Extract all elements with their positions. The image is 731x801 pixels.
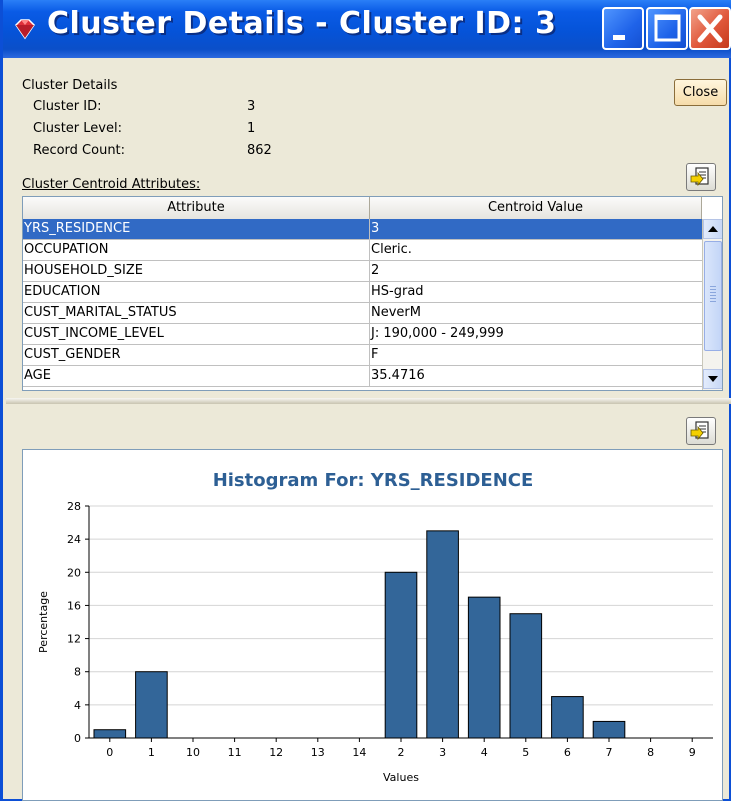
value-cell: 2 [371, 263, 380, 278]
table-row[interactable]: CUST_MARITAL_STATUS NeverM [23, 303, 702, 324]
close-icon [697, 14, 723, 43]
x-tick-label: 1 [148, 746, 155, 759]
column-header-attribute[interactable]: Attribute [23, 197, 370, 219]
attribute-cell: EDUCATION [23, 282, 370, 302]
centroid-attributes-label: Cluster Centroid Attributes: [22, 177, 200, 192]
histogram-bar [509, 613, 543, 739]
table-row[interactable]: AGE 35.4716 [23, 366, 702, 387]
export-chart-button[interactable] [686, 417, 716, 445]
value-cell: J: 190,000 - 249,999 [371, 326, 504, 341]
value-cell: F [371, 347, 379, 362]
x-tick-label: 14 [352, 746, 366, 759]
x-tick-label: 11 [228, 746, 242, 759]
x-tick-label: 5 [522, 746, 529, 759]
column-header-centroid-value[interactable]: Centroid Value [370, 197, 702, 219]
x-axis-label: Values [383, 771, 419, 784]
y-tick-label: 28 [67, 500, 81, 513]
table-row[interactable]: EDUCATION HS-grad [23, 282, 702, 303]
title-bar[interactable]: Cluster Details - Cluster ID: 3 [3, 0, 731, 58]
x-tick-label: 0 [106, 746, 113, 759]
window-close-button[interactable] [689, 7, 731, 50]
histogram-chart: 0 4 8 12 16 20 24 28 0 1 10 11 12 13 14 2 3 4 5 6 7 8 9 Values P… [37, 500, 713, 784]
x-tick-label: 8 [647, 746, 654, 759]
minimize-button[interactable] [602, 7, 644, 50]
histogram-bar [93, 729, 127, 739]
scroll-thumb[interactable] [704, 241, 722, 351]
cluster-level-label: Cluster Level: [33, 121, 122, 136]
export-icon [690, 167, 709, 187]
close-button[interactable]: Close [674, 79, 727, 106]
cluster-id-label: Cluster ID: [33, 99, 102, 114]
cluster-details-heading: Cluster Details [22, 78, 118, 93]
record-count-value: 862 [247, 143, 272, 158]
attribute-cell: AGE [23, 366, 370, 386]
grip-icon [710, 286, 716, 302]
histogram-bar [135, 671, 168, 739]
table-row[interactable]: YRS_RESIDENCE 3 [23, 219, 702, 240]
arrow-down-icon [708, 376, 718, 382]
value-cell: NeverM [371, 305, 421, 320]
cluster-details-window: Cluster Details - Cluster ID: 3 Cluster … [0, 0, 731, 801]
attribute-cell: CUST_GENDER [23, 345, 370, 365]
export-centroid-button[interactable] [686, 163, 716, 191]
scroll-up-button[interactable] [703, 219, 722, 239]
export-icon [690, 421, 709, 441]
y-tick-label: 16 [67, 599, 81, 612]
cluster-id-value: 3 [247, 99, 256, 114]
attribute-cell: OCCUPATION [23, 240, 370, 260]
maximize-icon [654, 14, 681, 42]
histogram-bar [592, 720, 626, 739]
y-axis-label: Percentage [37, 591, 50, 653]
histogram-bar [426, 530, 459, 739]
minimize-icon [613, 35, 625, 40]
value-cell: 35.4716 [371, 368, 425, 383]
window-title: Cluster Details - Cluster ID: 3 [47, 6, 557, 41]
histogram-panel: Histogram For: YRS_RESIDENCE 0 4 8 12 16 20 24… [22, 449, 723, 801]
table-row[interactable]: OCCUPATION Cleric. [23, 240, 702, 261]
y-tick-label: 24 [67, 533, 81, 546]
value-cell: 3 [371, 221, 380, 236]
attribute-cell: YRS_RESIDENCE [23, 219, 370, 239]
value-cell: Cleric. [371, 242, 412, 257]
y-tick-label: 20 [67, 566, 81, 579]
histogram-bar [384, 571, 418, 739]
table-header: Attribute Centroid Value [23, 197, 702, 220]
x-tick-label: 12 [269, 746, 283, 759]
centroid-table: Attribute Centroid Value YRS_RESIDENCE 3… [22, 196, 723, 391]
attribute-cell: HOUSEHOLD_SIZE [23, 261, 370, 281]
x-tick-label: 3 [439, 746, 446, 759]
scroll-down-button[interactable] [703, 369, 722, 389]
attribute-cell: CUST_MARITAL_STATUS [23, 303, 370, 323]
y-tick-label: 12 [67, 633, 81, 646]
histogram-bar [467, 596, 501, 739]
table-row[interactable]: CUST_INCOME_LEVEL J: 190,000 - 249,999 [23, 324, 702, 345]
table-row[interactable]: HOUSEHOLD_SIZE 2 [23, 261, 702, 282]
x-tick-label: 7 [606, 746, 613, 759]
table-row[interactable]: CUST_GENDER F [23, 345, 702, 366]
record-count-label: Record Count: [33, 143, 126, 158]
maximize-button[interactable] [646, 7, 688, 50]
split-pane-divider[interactable] [6, 398, 731, 404]
centroid-label-text: Cluster Centroid Attributes: [22, 177, 201, 192]
x-tick-label: 4 [481, 746, 488, 759]
attribute-cell: CUST_INCOME_LEVEL [23, 324, 370, 344]
cluster-level-value: 1 [247, 121, 256, 136]
value-cell: HS-grad [371, 284, 424, 299]
gem-icon [15, 19, 35, 40]
x-tick-label: 6 [564, 746, 571, 759]
x-tick-label: 9 [689, 746, 696, 759]
arrow-up-icon [708, 226, 718, 232]
x-tick-label: 10 [186, 746, 200, 759]
x-tick-label: 2 [398, 746, 405, 759]
x-tick-label: 13 [311, 746, 325, 759]
y-tick-label: 8 [74, 666, 81, 679]
histogram-bar [551, 696, 584, 739]
table-vertical-scrollbar[interactable] [702, 219, 722, 390]
y-tick-label: 4 [74, 699, 81, 712]
y-tick-label: 0 [74, 732, 81, 745]
